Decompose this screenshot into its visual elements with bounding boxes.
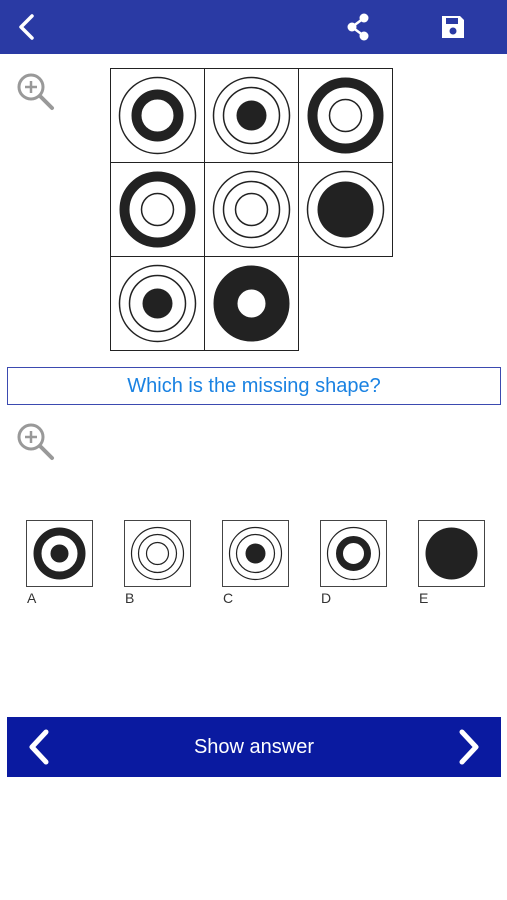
top-toolbar <box>0 0 507 54</box>
bottom-nav-bar: Show answer <box>7 717 501 777</box>
grid-cell <box>204 68 299 163</box>
target-shape <box>213 265 290 342</box>
grid-cell <box>298 68 393 163</box>
option-label: A <box>27 590 37 606</box>
share-button[interactable] <box>338 0 378 54</box>
target-shape <box>307 77 384 154</box>
target-shape <box>118 76 197 155</box>
share-icon <box>347 13 369 41</box>
option-c[interactable] <box>222 520 289 587</box>
grid-cell <box>110 68 205 163</box>
question-box: Which is the missing shape? <box>7 367 501 405</box>
target-shape <box>130 526 185 581</box>
chevron-left-icon <box>19 14 34 40</box>
grid-cell <box>204 256 299 351</box>
option-b[interactable] <box>124 520 191 587</box>
target-shape <box>118 264 197 343</box>
option-label: C <box>223 590 234 606</box>
grid-cell <box>204 162 299 257</box>
target-shape <box>119 171 196 248</box>
grid-cell <box>110 162 205 257</box>
back-button[interactable] <box>6 0 46 54</box>
target-shape <box>212 76 291 155</box>
question-text: Which is the missing shape? <box>127 374 381 397</box>
target-shape <box>425 527 478 580</box>
next-button[interactable] <box>439 717 499 777</box>
option-label: D <box>321 590 332 606</box>
option-a[interactable] <box>26 520 93 587</box>
option-label: B <box>125 590 135 606</box>
floppy-disk-icon <box>442 16 464 38</box>
show-answer-button[interactable]: Show answer <box>137 717 371 777</box>
option-label: E <box>419 590 429 606</box>
save-button[interactable] <box>433 0 473 54</box>
target-shape <box>212 170 291 249</box>
option-e[interactable] <box>418 520 485 587</box>
option-d[interactable] <box>320 520 387 587</box>
target-shape <box>33 527 86 580</box>
target-shape <box>228 526 283 581</box>
zoom-in-icon[interactable] <box>14 70 56 112</box>
zoom-in-icon[interactable] <box>14 420 56 462</box>
grid-cell <box>298 162 393 257</box>
chevron-left-icon <box>29 729 49 765</box>
target-shape <box>326 526 381 581</box>
chevron-right-icon <box>459 729 479 765</box>
target-shape <box>306 170 385 249</box>
previous-button[interactable] <box>9 717 69 777</box>
grid-cell <box>110 256 205 351</box>
